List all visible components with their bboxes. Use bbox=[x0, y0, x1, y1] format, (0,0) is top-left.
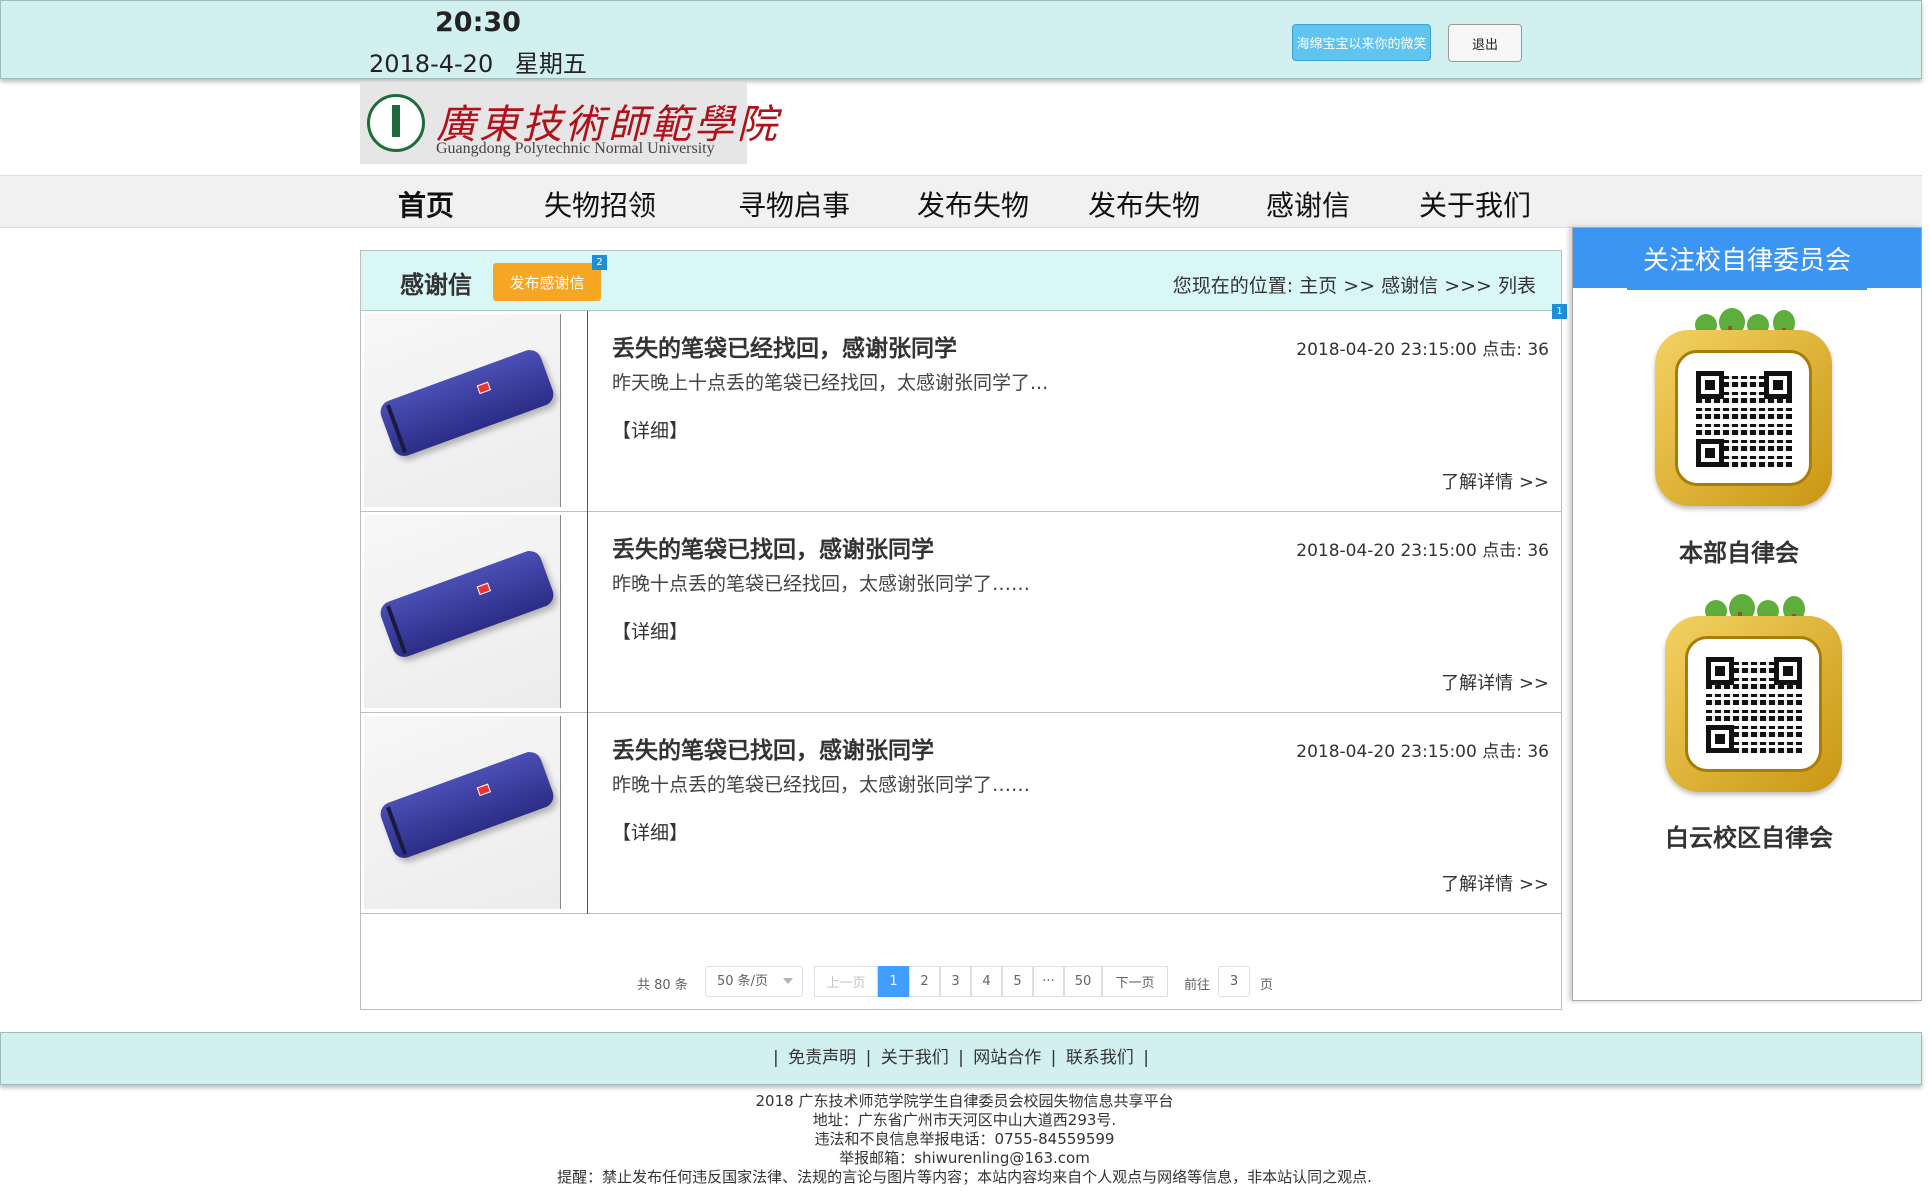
footer-links: | 免责声明 | 关于我们 | 网站合作 | 联系我们 | bbox=[0, 1032, 1922, 1085]
item-datetime: 2018-04-20 23:15:00 bbox=[1296, 541, 1477, 561]
nav-item-about-us[interactable]: 关于我们 bbox=[1419, 184, 1531, 224]
page-button-3[interactable]: 3 bbox=[940, 966, 971, 997]
sidebar-title-underline bbox=[1627, 288, 1867, 290]
main-nav: 首页 失物招领 寻物启事 发布失物 发布失物 感谢信 关于我们 bbox=[0, 175, 1922, 228]
nav-item-publish-lost[interactable]: 发布失物 bbox=[917, 184, 1029, 224]
qr-frame bbox=[1665, 616, 1842, 792]
footer-report-phone: 违法和不良信息举报电话：0755-84559599 bbox=[814, 1130, 1115, 1148]
date-text: 2018-4-20 bbox=[369, 50, 494, 78]
item-detail-link[interactable]: 【详细】 bbox=[612, 617, 688, 644]
item-title[interactable]: 丢失的笔袋已找回，感谢张同学 bbox=[612, 731, 934, 765]
item-more-link[interactable]: 了解详情 >> bbox=[1441, 669, 1549, 695]
item-clicks: 36 bbox=[1527, 742, 1549, 762]
weekday-text: 星期五 bbox=[514, 50, 587, 78]
item-meta: 2018-04-20 23:15:00 点击: 36 bbox=[1296, 536, 1549, 561]
item-more-link[interactable]: 了解详情 >> bbox=[1441, 870, 1549, 896]
follow-sidebar: 关注校自律委员会 本部自律会 白云校区自律会 bbox=[1572, 227, 1922, 1001]
item-description: 昨晚十点丢的笔袋已经找回，太感谢张同学了…… bbox=[612, 774, 1031, 796]
item-clicks-label: 点击: bbox=[1482, 340, 1522, 360]
footer-link-cooperation[interactable]: 网站合作 bbox=[973, 1048, 1041, 1068]
goto-page-input[interactable]: 3 bbox=[1218, 966, 1250, 997]
sidebar-title: 关注校自律委员会 bbox=[1573, 228, 1921, 288]
university-emblem-icon bbox=[367, 94, 425, 152]
item-description: 昨天晚上十点丢的笔袋已经找回，太感谢张同学了... bbox=[612, 372, 1049, 394]
item-datetime: 2018-04-20 23:15:00 bbox=[1296, 340, 1477, 360]
panel-title: 感谢信 bbox=[400, 271, 472, 299]
pencil-case-image bbox=[377, 346, 557, 460]
publish-thanks-button[interactable]: 发布感谢信 bbox=[493, 263, 601, 301]
goto-unit: 页 bbox=[1260, 978, 1274, 993]
footer-copyright: 2018 广东技术师范学院学生自律委员会校园失物信息共享平台 bbox=[755, 1092, 1174, 1110]
item-divider bbox=[587, 713, 588, 914]
item-title[interactable]: 丢失的笔袋已经找回，感谢张同学 bbox=[612, 329, 957, 363]
publish-badge: 2 bbox=[592, 255, 607, 270]
qr-code-icon bbox=[1706, 657, 1802, 753]
item-datetime: 2018-04-20 23:15:00 bbox=[1296, 742, 1477, 762]
item-detail-link[interactable]: 【详细】 bbox=[612, 416, 688, 443]
pencil-case-image bbox=[377, 547, 557, 661]
list-item[interactable]: 丢失的笔袋已经找回，感谢张同学 2018-04-20 23:15:00 点击: … bbox=[361, 311, 1561, 512]
nav-item-thanks-letter[interactable]: 感谢信 bbox=[1266, 184, 1350, 224]
page-ellipsis-button[interactable]: ··· bbox=[1033, 966, 1064, 997]
logout-button[interactable]: 退出 bbox=[1448, 24, 1522, 62]
page-button-50[interactable]: 50 bbox=[1064, 966, 1102, 997]
footer-report-email: 举报邮箱：shiwurenling@163.com bbox=[839, 1149, 1090, 1167]
breadcrumb: 您现在的位置: 主页 >> 感谢信 >>> 列表 bbox=[1172, 275, 1536, 297]
qr-code-icon bbox=[1696, 371, 1792, 467]
item-thumbnail[interactable] bbox=[364, 716, 561, 909]
list-item[interactable]: 丢失的笔袋已找回，感谢张同学 2018-04-20 23:15:00 点击: 3… bbox=[361, 512, 1561, 713]
panel-header: 感谢信 发布感谢信 2 您现在的位置: 主页 >> 感谢信 >>> 列表 bbox=[361, 251, 1561, 311]
clock-time: 20:30 bbox=[435, 7, 521, 38]
clock-date: 2018-4-20 星期五 bbox=[369, 44, 601, 79]
item-divider bbox=[587, 512, 588, 713]
logo-name-en: Guangdong Polytechnic Normal University bbox=[436, 140, 715, 157]
qr-code-baiyun-campus bbox=[1665, 584, 1850, 792]
footer-address: 地址：广东省广州市天河区中山大道西293号. bbox=[812, 1111, 1117, 1129]
page-button-1[interactable]: 1 bbox=[878, 966, 909, 997]
item-title[interactable]: 丢失的笔袋已找回，感谢张同学 bbox=[612, 530, 934, 564]
qr-code-main-campus bbox=[1655, 298, 1840, 506]
item-detail-link[interactable]: 【详细】 bbox=[612, 818, 688, 845]
item-more-link[interactable]: 了解详情 >> bbox=[1441, 468, 1549, 494]
prev-page-button[interactable]: 上一页 bbox=[814, 966, 878, 997]
nav-item-search-notice[interactable]: 寻物启事 bbox=[738, 184, 850, 224]
page-size-select[interactable]: 50 条/页 bbox=[705, 966, 803, 997]
item-divider bbox=[587, 311, 588, 512]
thanks-letter-panel: 感谢信 发布感谢信 2 您现在的位置: 主页 >> 感谢信 >>> 列表 1 丢… bbox=[360, 250, 1567, 1010]
pagination: 共 80 条 50 条/页 上一页 1 2 3 4 5 ··· 50 下一页 前… bbox=[361, 949, 1561, 1009]
footer-link-disclaimer[interactable]: 免责声明 bbox=[788, 1048, 856, 1068]
pagination-total: 共 80 条 bbox=[637, 978, 688, 993]
footer-info: 2018 广东技术师范学院学生自律委员会校园失物信息共享平台 地址：广东省广州市… bbox=[0, 1092, 1929, 1187]
footer-link-about[interactable]: 关于我们 bbox=[881, 1048, 949, 1068]
page-size-value: 50 条/页 bbox=[717, 974, 769, 989]
top-bar: 20:30 2018-4-20 星期五 海绵宝宝以来你的微笑 退出 bbox=[0, 0, 1922, 79]
pencil-case-image bbox=[377, 748, 557, 862]
item-clicks: 36 bbox=[1527, 340, 1549, 360]
page-button-2[interactable]: 2 bbox=[909, 966, 940, 997]
item-clicks: 36 bbox=[1527, 541, 1549, 561]
item-clicks-label: 点击: bbox=[1482, 742, 1522, 762]
nav-item-home[interactable]: 首页 bbox=[398, 184, 454, 224]
user-button[interactable]: 海绵宝宝以来你的微笑 bbox=[1292, 24, 1431, 61]
footer-notice: 提醒：禁止发布任何违反国家法律、法规的言论与图片等内容；本站内容均来自个人观点与… bbox=[557, 1168, 1372, 1186]
nav-item-lost-found[interactable]: 失物招领 bbox=[544, 184, 656, 224]
list-item[interactable]: 丢失的笔袋已找回，感谢张同学 2018-04-20 23:15:00 点击: 3… bbox=[361, 713, 1561, 914]
qr-frame bbox=[1655, 330, 1832, 506]
item-clicks-label: 点击: bbox=[1482, 541, 1522, 561]
footer-link-contact[interactable]: 联系我们 bbox=[1066, 1048, 1134, 1068]
nav-item-publish-lost-2[interactable]: 发布失物 bbox=[1088, 184, 1200, 224]
item-description: 昨晚十点丢的笔袋已经找回，太感谢张同学了…… bbox=[612, 573, 1031, 595]
item-meta: 2018-04-20 23:15:00 点击: 36 bbox=[1296, 335, 1549, 360]
qr-label-main-campus: 本部自律会 bbox=[1679, 539, 1799, 567]
page-button-4[interactable]: 4 bbox=[971, 966, 1002, 997]
item-thumbnail[interactable] bbox=[364, 314, 561, 507]
page-button-5[interactable]: 5 bbox=[1002, 966, 1033, 997]
item-meta: 2018-04-20 23:15:00 点击: 36 bbox=[1296, 737, 1549, 762]
qr-label-baiyun-campus: 白云校区自律会 bbox=[1665, 824, 1833, 852]
goto-label: 前往 bbox=[1184, 978, 1211, 993]
item-thumbnail[interactable] bbox=[364, 515, 561, 708]
university-logo[interactable]: 廣東技術師範學院 Guangdong Polytechnic Normal Un… bbox=[360, 82, 777, 164]
chevron-down-icon bbox=[783, 978, 793, 984]
next-page-button[interactable]: 下一页 bbox=[1102, 966, 1168, 997]
